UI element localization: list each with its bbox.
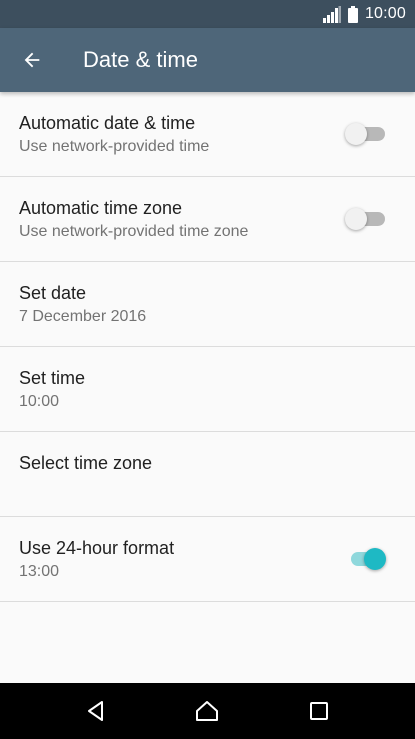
back-button[interactable]: [0, 28, 64, 92]
setting-title: Select time zone: [19, 452, 153, 473]
nav-recents-button[interactable]: [289, 683, 349, 739]
automatic-time-zone-switch[interactable]: [345, 208, 386, 230]
nav-back-icon: [87, 701, 103, 721]
setting-automatic-date-time[interactable]: Automatic date & time Use network-provid…: [0, 92, 415, 177]
arrow-back-icon: [24, 52, 40, 68]
setting-title: Set date: [19, 282, 87, 303]
setting-subtitle: 10:00: [19, 392, 60, 410]
app-bar: Date & time: [0, 28, 415, 92]
setting-set-date[interactable]: Set date 7 December 2016: [0, 262, 415, 347]
screen: 10:00 Date & time Automatic date & time …: [0, 0, 415, 739]
setting-use-24-hour-format[interactable]: Use 24-hour format 13:00: [0, 517, 415, 602]
page-title: Date & time: [83, 47, 198, 72]
battery-full-icon: [347, 5, 358, 23]
settings-list: Automatic date & time Use network-provid…: [0, 92, 415, 602]
status-time: 10:00: [364, 5, 406, 22]
setting-set-time[interactable]: Set time 10:00: [0, 347, 415, 432]
setting-automatic-time-zone[interactable]: Automatic time zone Use network-provided…: [0, 177, 415, 262]
setting-select-time-zone[interactable]: Select time zone: [0, 432, 415, 517]
nav-recents-icon: [310, 702, 329, 720]
setting-subtitle: 7 December 2016: [19, 307, 147, 325]
navigation-bar: [0, 683, 415, 739]
nav-home-button[interactable]: [177, 683, 237, 739]
automatic-date-time-switch[interactable]: [345, 123, 386, 145]
use-24-hour-format-switch[interactable]: [350, 548, 386, 570]
signal-icon: [322, 5, 341, 23]
setting-title: Set time: [19, 367, 86, 388]
status-bar: 10:00: [0, 0, 415, 28]
nav-home-icon: [196, 701, 219, 721]
nav-back-button[interactable]: [66, 683, 126, 739]
